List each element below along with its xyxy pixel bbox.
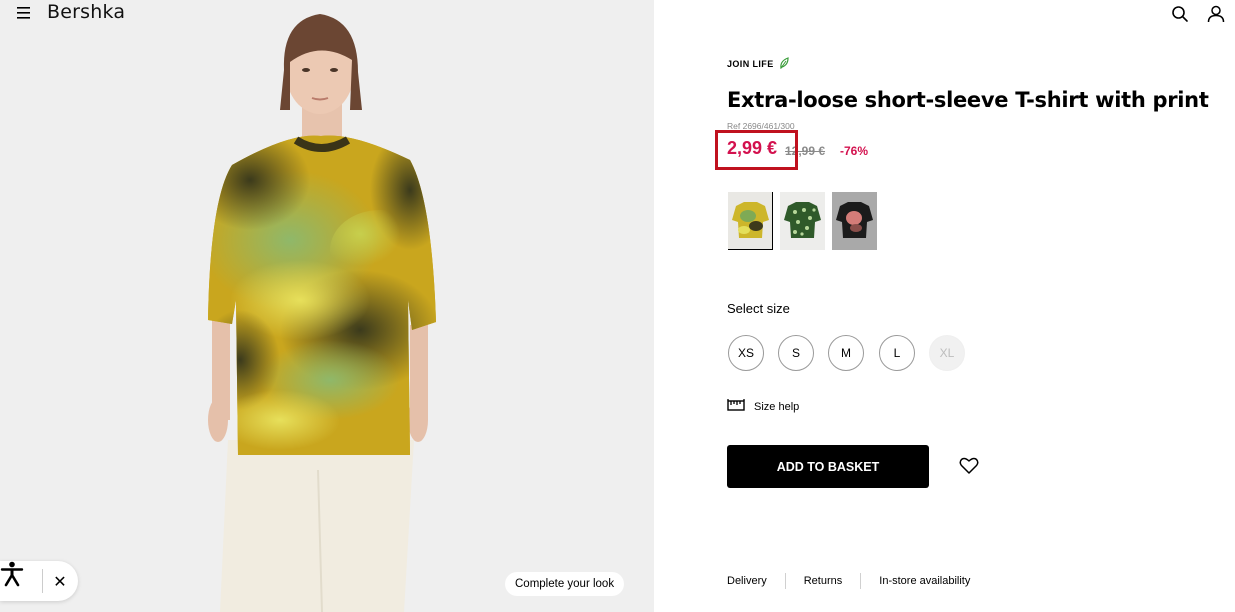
returns-link[interactable]: Returns xyxy=(804,575,843,587)
select-size-label: Select size xyxy=(727,301,790,316)
leaf-icon xyxy=(779,57,789,71)
model-illustration xyxy=(208,14,436,612)
search-icon[interactable] xyxy=(1171,5,1189,23)
size-help-link[interactable]: Size help xyxy=(727,398,799,415)
price-highlight-box xyxy=(715,130,798,170)
in-store-availability-link[interactable]: In-store availability xyxy=(879,575,970,587)
delivery-link[interactable]: Delivery xyxy=(727,575,767,587)
size-help-label: Size help xyxy=(754,400,800,413)
size-option-s[interactable]: S xyxy=(778,335,814,371)
product-title: Extra-loose short-sleeve T-shirt with pr… xyxy=(727,88,1209,112)
size-option-xl[interactable]: XL xyxy=(929,335,965,371)
size-option-l[interactable]: L xyxy=(879,335,915,371)
complete-your-look-button[interactable]: Complete your look xyxy=(505,572,625,596)
badge-label: JOIN LIFE xyxy=(727,59,774,69)
ruler-icon xyxy=(727,398,745,415)
divider xyxy=(860,573,862,589)
color-swatch-yellow[interactable] xyxy=(728,192,773,250)
heart-icon[interactable] xyxy=(959,457,979,475)
divider xyxy=(784,573,786,589)
product-info-links: Delivery Returns In-store availability xyxy=(727,573,970,589)
discount-badge: -76% xyxy=(840,144,869,158)
join-life-badge: JOIN LIFE xyxy=(727,57,789,71)
hamburger-menu-icon[interactable] xyxy=(16,5,34,21)
close-icon[interactable]: ✕ xyxy=(43,561,77,601)
size-option-m[interactable]: M xyxy=(828,335,864,371)
product-photo: Bershka ✕ Complete your look xyxy=(0,0,654,612)
user-icon[interactable] xyxy=(1207,5,1225,23)
color-swatch-green[interactable] xyxy=(780,192,825,250)
color-swatch-black[interactable] xyxy=(832,192,877,250)
accessibility-icon[interactable] xyxy=(0,561,42,601)
brand-logo[interactable]: Bershka xyxy=(47,1,125,23)
size-option-xs[interactable]: XS xyxy=(728,335,764,371)
add-to-basket-button[interactable]: ADD TO BASKET xyxy=(727,445,929,488)
accessibility-widget: ✕ xyxy=(0,561,78,601)
